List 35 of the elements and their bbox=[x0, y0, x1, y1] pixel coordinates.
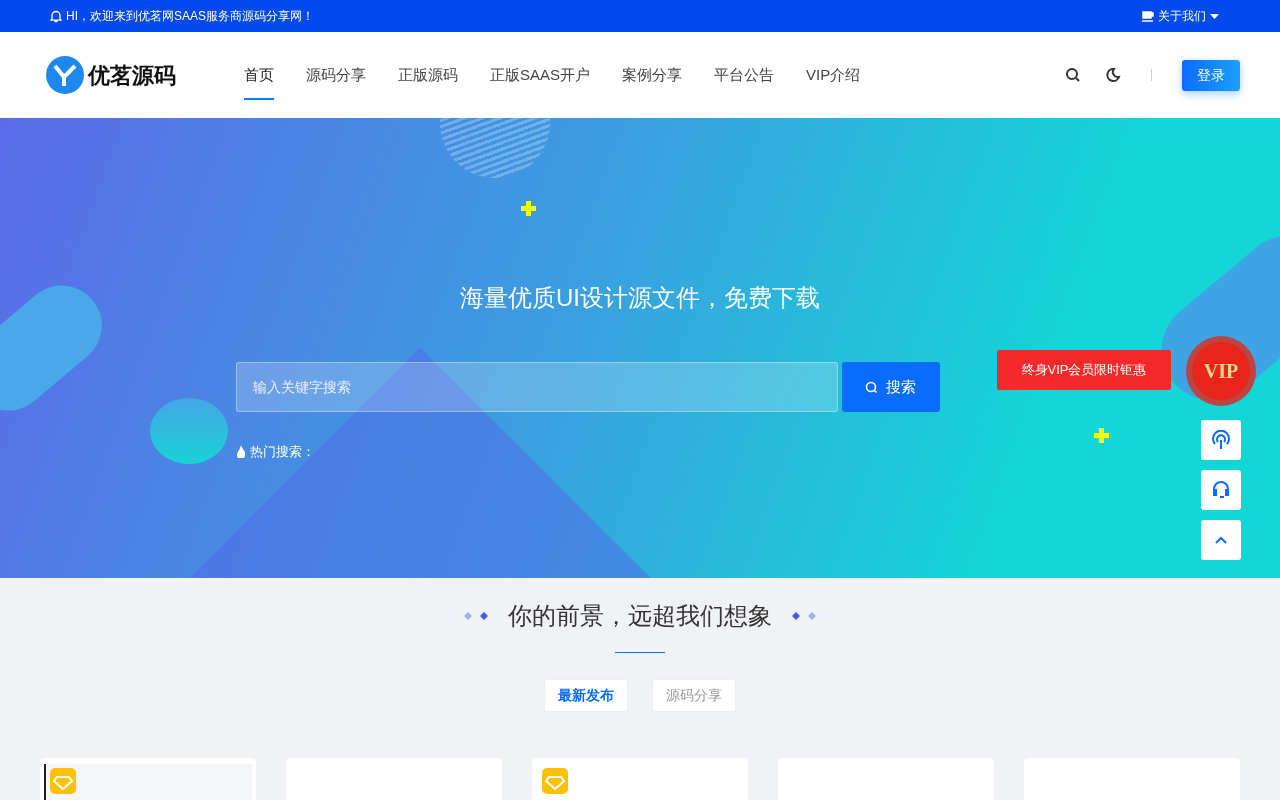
search-icon bbox=[865, 380, 878, 394]
login-button[interactable]: 登录 bbox=[1182, 59, 1240, 91]
broadcast-icon-button[interactable] bbox=[1201, 420, 1241, 460]
back-to-top-button[interactable] bbox=[1201, 520, 1241, 560]
logo-text: 优茗源码 bbox=[88, 61, 176, 90]
headset-icon bbox=[1211, 480, 1231, 500]
nav-link[interactable]: 首页 bbox=[244, 32, 274, 118]
nav-link[interactable]: VIP介绍 bbox=[806, 32, 861, 118]
hot-search-label: 热门搜索： bbox=[249, 443, 315, 461]
nav-link[interactable]: 正版SAAS开户 bbox=[490, 32, 591, 118]
promo-banner[interactable]: 终身VIP会员限时钜惠 bbox=[997, 350, 1171, 390]
welcome-notice: HI，欢迎来到优茗网SAAS服务商源码分享网！ bbox=[66, 8, 314, 25]
hero-title: 海量优质UI设计源文件，免费下载 bbox=[460, 283, 820, 313]
product-card[interactable] bbox=[532, 758, 748, 800]
flame-icon bbox=[235, 445, 246, 459]
search-icon[interactable] bbox=[1065, 67, 1081, 83]
bell-icon bbox=[50, 9, 62, 23]
signal-icon bbox=[1211, 430, 1231, 450]
cup-icon bbox=[1142, 10, 1154, 22]
plus-icon bbox=[521, 201, 536, 216]
chevron-up-icon bbox=[1215, 536, 1227, 544]
product-card[interactable] bbox=[40, 758, 256, 800]
about-us-menu[interactable]: 关于我们 bbox=[1141, 6, 1220, 26]
moon-icon[interactable] bbox=[1105, 67, 1121, 83]
nav-link[interactable]: 正版源码 bbox=[398, 32, 458, 118]
nav-link[interactable]: 平台公告 bbox=[714, 32, 775, 118]
nav-link[interactable]: 案例分享 bbox=[622, 32, 683, 118]
plus-icon bbox=[1094, 428, 1109, 443]
search-button[interactable]: 搜索 bbox=[841, 362, 940, 412]
customer-service-button[interactable] bbox=[1201, 470, 1241, 510]
caret-icon bbox=[1210, 13, 1219, 19]
category-tab[interactable]: 最新发布 bbox=[544, 679, 628, 712]
nav-link[interactable]: 源码分享 bbox=[306, 32, 366, 118]
logo-icon bbox=[46, 56, 84, 94]
section-title: 你的前景，远超我们想象 bbox=[508, 601, 772, 631]
